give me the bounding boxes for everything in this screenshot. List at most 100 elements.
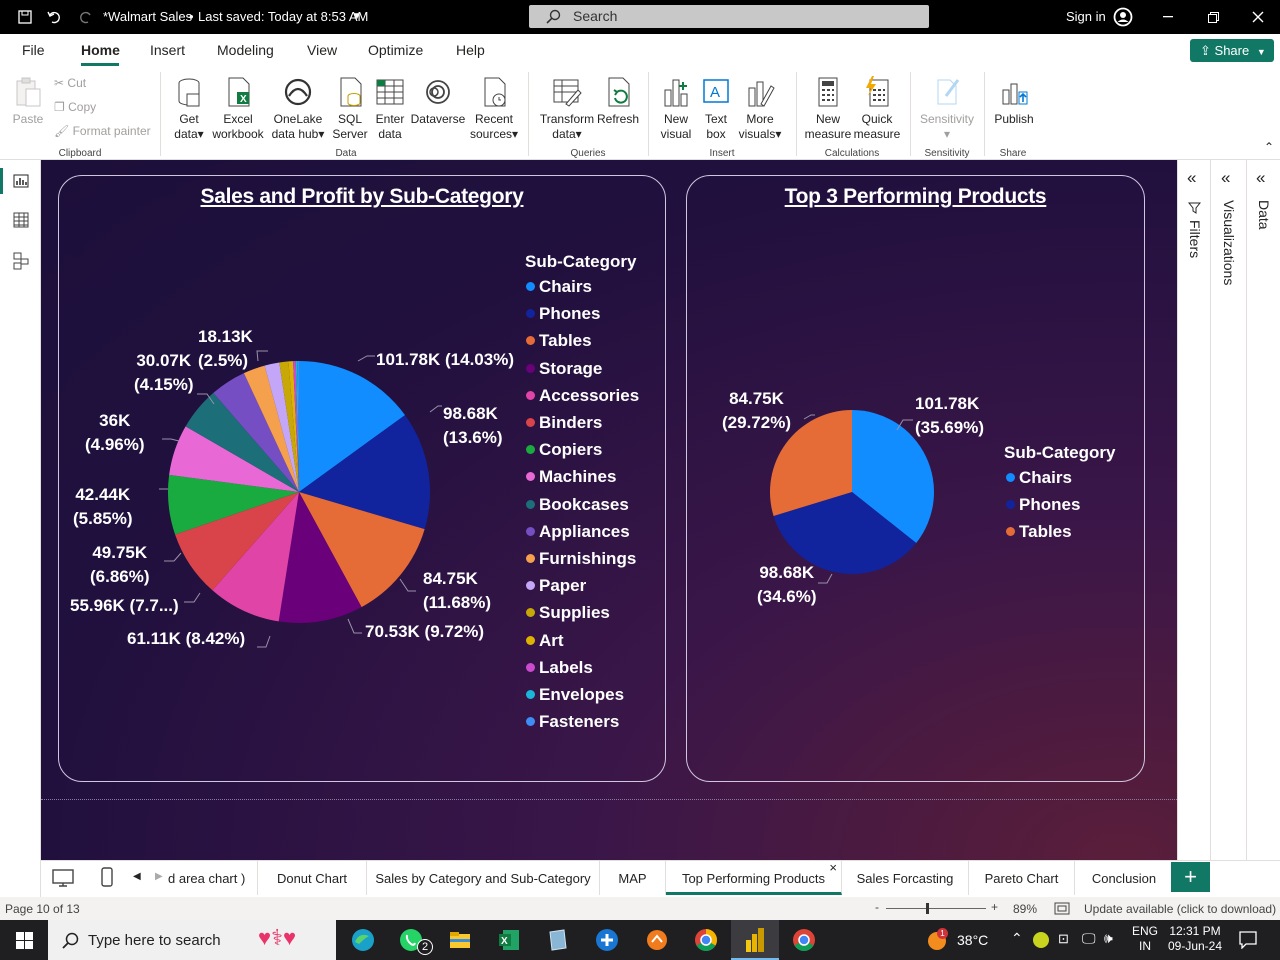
- excel-taskbar-icon[interactable]: X: [497, 928, 521, 952]
- new-measure-button[interactable]: New measure: [804, 76, 852, 142]
- legend-item-fasteners[interactable]: Fasteners: [526, 712, 619, 732]
- filters-pane[interactable]: « Filters: [1177, 160, 1210, 860]
- meet-now-icon[interactable]: ⊡: [1058, 931, 1069, 947]
- legend-item-envelopes[interactable]: Envelopes: [526, 685, 624, 705]
- legend-item-bookcases[interactable]: Bookcases: [526, 495, 629, 515]
- fit-to-page-icon[interactable]: [1054, 902, 1070, 915]
- expand-visualizations-icon[interactable]: «: [1221, 168, 1230, 188]
- scroll-right-icon[interactable]: ▶: [155, 871, 163, 882]
- format-painter-button[interactable]: 🖌 Format painter: [54, 124, 151, 139]
- windows-start-icon[interactable]: [16, 932, 33, 949]
- volume-icon[interactable]: 🕪: [1104, 930, 1113, 947]
- sensitivity-button[interactable]: Sensitivity ▾: [916, 76, 978, 142]
- legend-item-labels[interactable]: Labels: [526, 658, 593, 678]
- notebook-icon[interactable]: [546, 928, 570, 952]
- legend-item-phones[interactable]: Phones: [1006, 495, 1080, 515]
- menu-view[interactable]: View: [307, 42, 337, 58]
- copy-button[interactable]: ❐ Copy: [54, 100, 96, 115]
- pie-chart-visual-sales-profit[interactable]: Sales and Profit by Sub-Category 101.78K…: [58, 175, 666, 782]
- legend-item-chairs[interactable]: Chairs: [1006, 468, 1072, 488]
- legend-item-binders[interactable]: Binders: [526, 413, 602, 433]
- chrome-profile-icon[interactable]: [792, 928, 816, 952]
- legend-item-accessories[interactable]: Accessories: [526, 386, 639, 406]
- add-page-button[interactable]: +: [1171, 862, 1210, 892]
- network-icon[interactable]: 🖵: [1082, 930, 1096, 947]
- legend-item-copiers[interactable]: Copiers: [526, 440, 602, 460]
- legend-item-art[interactable]: Art: [526, 631, 564, 651]
- legend-item-machines[interactable]: Machines: [526, 467, 616, 487]
- pie-chart-visual-top-3-products[interactable]: Top 3 Performing Products 101.78K (35.69%…: [686, 175, 1145, 782]
- chrome-icon[interactable]: [694, 928, 718, 952]
- paste-button[interactable]: Paste: [8, 76, 48, 127]
- chevron-down-icon[interactable]: ▼: [352, 11, 362, 22]
- legend-item-tables[interactable]: Tables: [1006, 522, 1072, 542]
- menu-optimize[interactable]: Optimize: [368, 42, 423, 58]
- share-button[interactable]: ⇪ Share ▼: [1190, 39, 1274, 62]
- account-icon[interactable]: [1113, 7, 1133, 27]
- save-icon[interactable]: [18, 10, 32, 24]
- sql-server-button[interactable]: SQL Server: [330, 76, 370, 142]
- undo-icon[interactable]: [47, 10, 63, 24]
- get-data-button[interactable]: Get data▾: [168, 76, 210, 142]
- refresh-button[interactable]: Refresh: [596, 76, 640, 127]
- tab-top-performing-products[interactable]: Top Performing Products ×: [666, 861, 842, 895]
- excel-workbook-button[interactable]: X Excel workbook: [210, 76, 266, 142]
- tab-sales-by-category[interactable]: Sales by Category and Sub-Category: [367, 861, 600, 895]
- restore-icon[interactable]: [1208, 12, 1219, 23]
- new-visual-button[interactable]: New visual: [656, 76, 696, 142]
- menu-home[interactable]: Home: [81, 42, 120, 58]
- publish-button[interactable]: Publish: [990, 76, 1038, 127]
- dataverse-button[interactable]: Dataverse: [410, 76, 466, 127]
- legend-item-paper[interactable]: Paper: [526, 576, 586, 596]
- app-icon[interactable]: [645, 928, 669, 952]
- mobile-layout-icon[interactable]: [101, 867, 113, 887]
- expand-filters-icon[interactable]: «: [1187, 168, 1196, 188]
- quick-measure-button[interactable]: Quick measure: [852, 76, 902, 142]
- expand-data-icon[interactable]: «: [1256, 168, 1265, 188]
- menu-insert[interactable]: Insert: [150, 42, 185, 58]
- zoom-out-button[interactable]: -: [875, 900, 879, 914]
- power-bi-taskbar-button[interactable]: [731, 920, 779, 960]
- edge-icon[interactable]: [351, 928, 375, 952]
- more-visuals-button[interactable]: More visuals▾: [736, 76, 784, 142]
- text-box-button[interactable]: A Text box: [698, 76, 734, 142]
- cut-button[interactable]: ✂ Cut: [54, 76, 86, 91]
- data-pane[interactable]: « Data: [1246, 160, 1280, 860]
- collapse-ribbon-icon[interactable]: ⌃: [1264, 140, 1274, 154]
- recent-sources-button[interactable]: Recent sources▾: [467, 76, 521, 142]
- update-available-link[interactable]: Update available (click to download): [1084, 902, 1276, 916]
- close-icon[interactable]: [1252, 11, 1264, 23]
- clock[interactable]: 12:31 PM 09-Jun-24: [1166, 924, 1224, 954]
- report-view-button[interactable]: [0, 168, 41, 194]
- legend-item-storage[interactable]: Storage: [526, 359, 602, 379]
- sign-in-link[interactable]: Sign in: [1066, 9, 1106, 24]
- zoom-slider[interactable]: [886, 903, 986, 914]
- file-explorer-icon[interactable]: [448, 928, 472, 952]
- show-hidden-icons[interactable]: ⌃: [1011, 930, 1023, 947]
- legend-item-appliances[interactable]: Appliances: [526, 522, 630, 542]
- scroll-left-icon[interactable]: ◀: [133, 871, 141, 882]
- zoom-in-button[interactable]: +: [991, 900, 998, 914]
- temperature[interactable]: 38°C: [957, 932, 988, 948]
- model-view-icon[interactable]: [13, 252, 29, 270]
- minimize-icon[interactable]: [1163, 16, 1173, 18]
- desktop-layout-icon[interactable]: [52, 869, 74, 887]
- file-title[interactable]: *Walmart Sales: [103, 9, 192, 24]
- tab-sales-forcasting[interactable]: Sales Forcasting: [842, 861, 969, 895]
- enter-data-button[interactable]: Enter data: [372, 76, 408, 142]
- saved-status[interactable]: Last saved: Today at 8:53 AM: [198, 9, 368, 24]
- tab-donut-chart[interactable]: Donut Chart: [258, 861, 367, 895]
- medical-app-icon[interactable]: [595, 928, 619, 952]
- tray-app-icon[interactable]: [1033, 932, 1049, 948]
- onelake-data-hub-button[interactable]: OneLake data hub▾: [267, 76, 329, 142]
- tab-pareto-chart[interactable]: Pareto Chart: [969, 861, 1075, 895]
- tab-area-chart[interactable]: d area chart ): [168, 861, 258, 895]
- close-tab-icon[interactable]: ×: [829, 861, 837, 875]
- legend-item-furnishings[interactable]: Furnishings: [526, 549, 636, 569]
- search-input[interactable]: Search: [529, 5, 929, 28]
- legend-item-tables[interactable]: Tables: [526, 331, 592, 351]
- legend-item-phones[interactable]: Phones: [526, 304, 600, 324]
- visualizations-pane[interactable]: « Visualizations: [1210, 160, 1246, 860]
- menu-file[interactable]: File: [22, 42, 45, 58]
- taskbar-search-input[interactable]: Type here to search ♥⚕♥: [48, 920, 336, 960]
